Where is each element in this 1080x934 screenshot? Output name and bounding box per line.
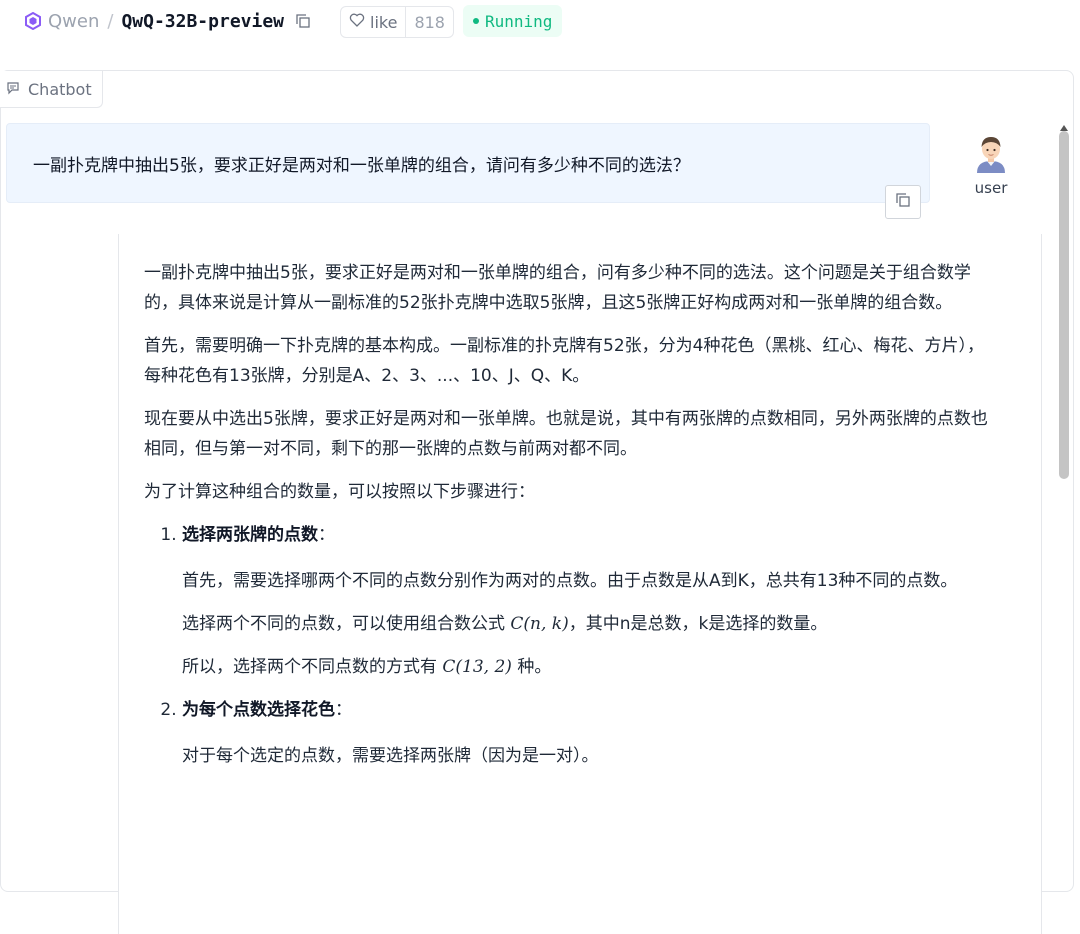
like-count[interactable]: 818 [405,7,453,37]
math-combination-formula: C(n, k) [510,614,569,634]
steps-list: 选择两张牌的点数： 首先，需要选择哪两个不同的点数分别作为两对的点数。由于点数是… [144,520,999,771]
step-1-text-3: 所以，选择两个不同点数的方式有 C(13, 2) 种。 [182,652,999,682]
scrollbar-thumb[interactable] [1059,131,1069,479]
step-2-title: 为每个点数选择花色 [182,700,335,720]
path-separator: / [107,10,114,32]
copy-message-button[interactable] [885,185,921,219]
repo-path: Qwen / QwQ-32B-preview [24,8,310,34]
like-button[interactable]: like [341,7,405,37]
step-1-text-3-pre: 所以，选择两个不同点数的方式有 [182,657,443,677]
user-message-text: 一副扑克牌中抽出5张，要求正好是两对和一张单牌的组合，请问有多少种不同的选法？ [33,155,690,176]
qwen-logo-icon [24,12,42,30]
user-message-bubble: 一副扑克牌中抽出5张，要求正好是两对和一张单牌的组合，请问有多少种不同的选法？ [6,123,930,203]
chatbot-label: Chatbot [0,71,103,108]
step-1-details: 首先，需要选择哪两个不同的点数分别作为两对的点数。由于点数是从A到K，总共有13… [182,566,999,682]
step-1-text-3-post: 种。 [511,657,552,677]
step-1-title: 选择两张牌的点数 [182,525,318,545]
bot-paragraph-3: 现在要从中选出5张牌，要求正好是两对和一张单牌。也就是说，其中有两张牌的点数相同… [144,409,988,459]
org-name[interactable]: Qwen [48,11,99,32]
step-2: 为每个点数选择花色： 对于每个选定的点数，需要选择两张牌（因为是一对）。 [182,695,999,771]
user-avatar-label: user [974,179,1008,197]
like-widget: like 818 [340,6,454,38]
user-avatar-icon [971,133,1011,173]
step-1-text-2-pre: 选择两个不同的点数，可以使用组合数公式 [182,614,511,634]
copy-icon[interactable] [296,14,310,28]
step-1-text-1: 首先，需要选择哪两个不同的点数分别作为两对的点数。由于点数是从A到K，总共有13… [182,571,958,591]
heart-icon [349,12,365,32]
step-2-text-1: 对于每个选定的点数，需要选择两张牌（因为是一对）。 [182,746,599,766]
bot-paragraph-4: 为了计算这种组合的数量，可以按照以下步骤进行： [144,482,535,502]
step-1-colon: ： [318,525,335,545]
chatbot-panel: Chatbot 一副扑克牌中抽出5张，要求正好是两对和一张单牌的组合，请问有多少… [0,70,1074,934]
bot-paragraph-1: 一副扑克牌中抽出5张，要求正好是两对和一张单牌的组合，问有多少种不同的选法。这个… [144,263,971,313]
chat-icon [6,80,20,99]
status-badge: Running [463,5,563,37]
bot-message-bubble: 一副扑克牌中抽出5张，要求正好是两对和一张单牌的组合，问有多少种不同的选法。这个… [118,234,1042,934]
step-1-text-2-post: ，其中n是总数，k是选择的数量。 [568,614,828,634]
bot-paragraph-2: 首先，需要明确一下扑克牌的基本构成。一副标准的扑克牌有52张，分为4种花色（黑桃… [144,336,984,386]
step-1: 选择两张牌的点数： 首先，需要选择哪两个不同的点数分别作为两对的点数。由于点数是… [182,520,999,682]
bot-message-content: 一副扑克牌中抽出5张，要求正好是两对和一张单牌的组合，问有多少种不同的选法。这个… [144,258,999,784]
step-2-details: 对于每个选定的点数，需要选择两张牌（因为是一对）。 [182,741,999,771]
repo-name[interactable]: QwQ-32B-preview [121,11,284,32]
step-1-text-2: 选择两个不同的点数，可以使用组合数公式 C(n, k)，其中n是总数，k是选择的… [182,609,999,639]
like-label: like [370,12,398,32]
status-text: Running [485,11,553,31]
copy-icon [895,192,911,212]
space-header: Qwen / QwQ-32B-preview like 818 Running [0,0,1080,44]
status-dot-icon [473,18,479,24]
step-2-colon: ： [335,700,352,720]
chatbot-label-text: Chatbot [28,79,92,99]
math-c-13-2: C(13, 2) [442,657,512,677]
